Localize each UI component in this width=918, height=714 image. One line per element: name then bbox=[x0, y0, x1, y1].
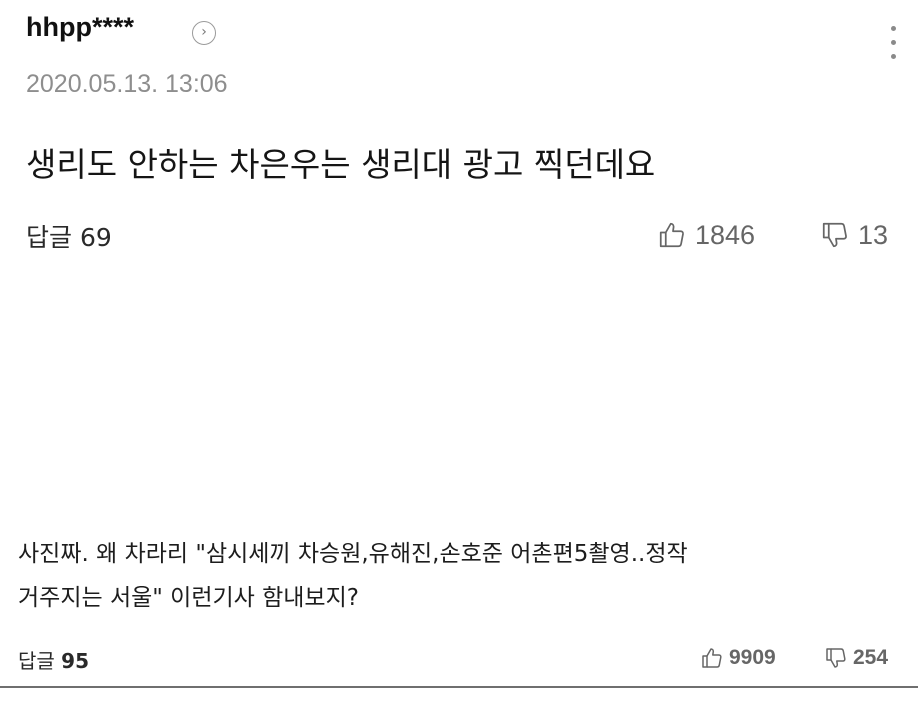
like-count: 1846 bbox=[695, 219, 756, 250]
dislike-count: 13 bbox=[858, 219, 889, 250]
thumbs-down-icon bbox=[822, 222, 847, 248]
reply-label-2: 답글 bbox=[18, 649, 55, 673]
reply-count: 69 bbox=[79, 223, 112, 252]
dislike-button[interactable]: 13 bbox=[820, 218, 888, 252]
like-count-2: 9909 bbox=[729, 646, 776, 669]
comment-body-2: 사진짜. 왜 차라리 "삼시세끼 차승원,유해진,손호준 어촌편5촬영..정작 … bbox=[18, 532, 908, 620]
comment-timestamp: 2020.05.13. 13:06 bbox=[26, 70, 228, 98]
like-button[interactable]: 1846 bbox=[657, 218, 755, 252]
comment-line-1: 사진짜. 왜 차라리 "삼시세끼 차승원,유해진,손호준 어촌편5촬영..정작 bbox=[18, 541, 688, 567]
thumbs-up-icon bbox=[659, 222, 684, 248]
reply-count-2: 95 bbox=[61, 649, 90, 673]
chevron-right-icon[interactable]: › bbox=[192, 21, 216, 45]
thumbs-down-icon bbox=[826, 648, 846, 668]
divider bbox=[0, 686, 918, 688]
dislike-button-2[interactable]: 254 bbox=[824, 644, 888, 672]
thumbs-up-icon bbox=[702, 648, 722, 668]
reply-label: 답글 bbox=[26, 223, 73, 252]
reply-button-2[interactable]: 답글 95 bbox=[18, 645, 89, 674]
comment-line-2: 거주지는 서울" 이런기사 함내보지? bbox=[18, 585, 359, 611]
username[interactable]: hhpp**** bbox=[26, 12, 134, 43]
dislike-count-2: 254 bbox=[853, 646, 889, 669]
comment-body: 생리도 안하는 차은우는 생리대 광고 찍던데요 bbox=[26, 145, 656, 184]
like-button-2[interactable]: 9909 bbox=[700, 644, 776, 672]
more-vertical-icon[interactable] bbox=[888, 26, 898, 70]
reply-button[interactable]: 답글 69 bbox=[26, 218, 112, 254]
